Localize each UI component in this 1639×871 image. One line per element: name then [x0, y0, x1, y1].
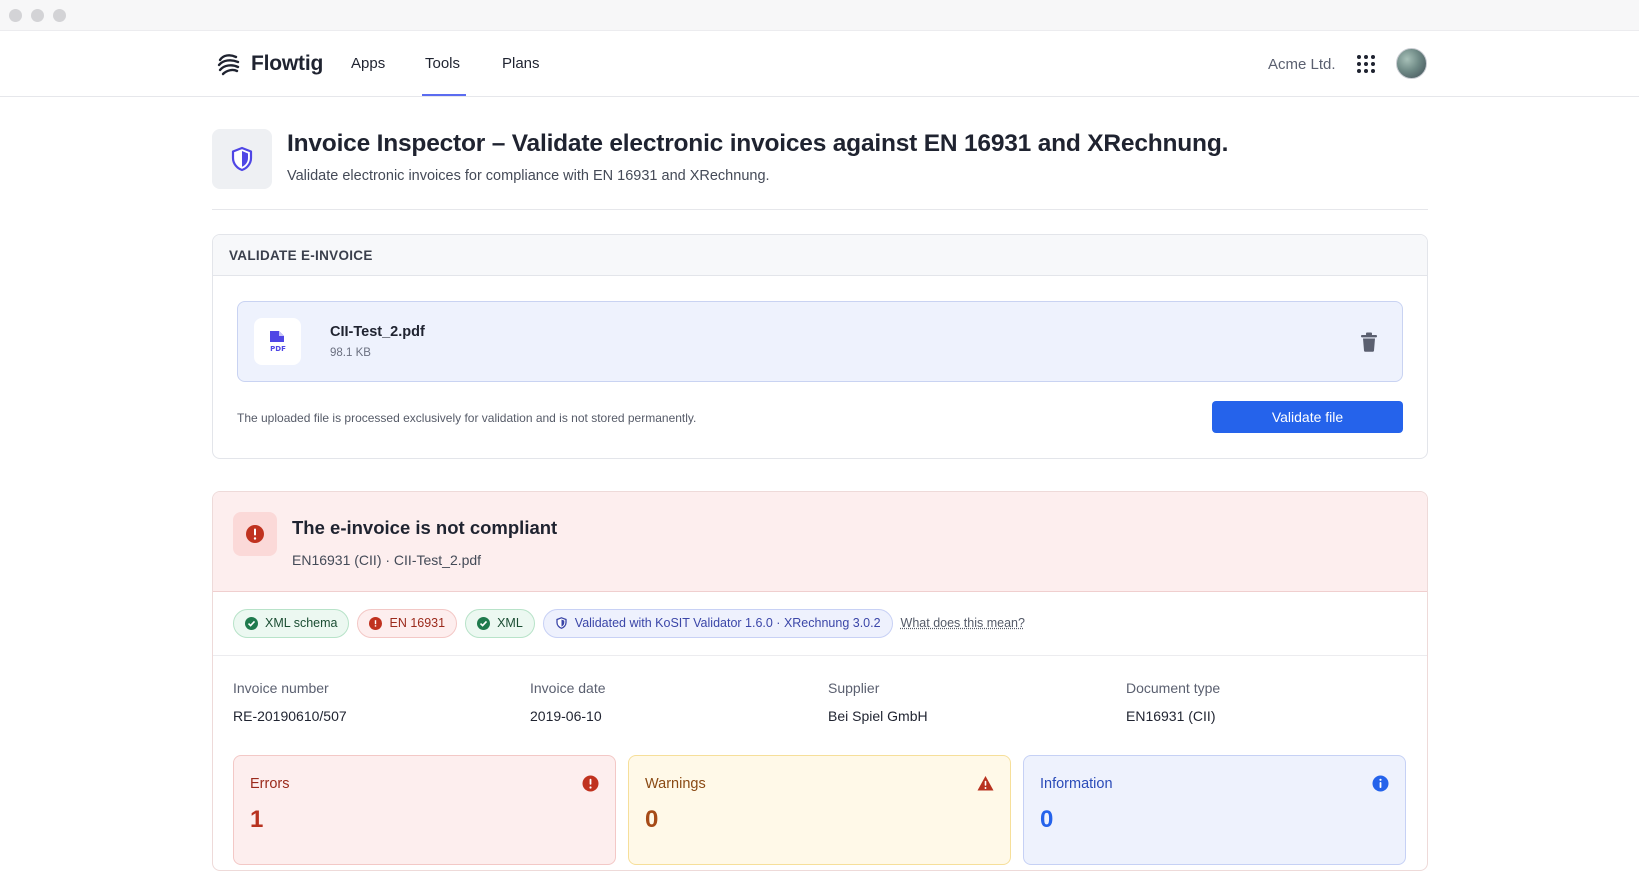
privacy-note: The uploaded file is processed exclusive… — [237, 411, 697, 425]
page-subtitle: Validate electronic invoices for complia… — [287, 168, 770, 184]
divider — [212, 209, 1428, 210]
chip-xml: XML — [465, 608, 535, 638]
top-navigation: Flowtig Apps Tools Plans Acme Ltd. — [0, 31, 1639, 97]
information-label: Information — [1040, 776, 1113, 792]
alert-circle-icon — [246, 525, 264, 543]
page-title: Invoice Inspector – Validate electronic … — [287, 130, 1229, 157]
warnings-label: Warnings — [645, 776, 706, 792]
error-status-icon-tile — [233, 512, 277, 556]
result-header: The e-invoice is not compliant EN16931 (… — [213, 492, 1427, 592]
warnings-count: 0 — [645, 806, 659, 833]
info-circle-icon — [1372, 775, 1389, 792]
validate-card: VALIDATE E-INVOICE PDF CII-Test_2.pdf 98… — [212, 234, 1428, 459]
information-stat-card[interactable]: Information 0 — [1023, 755, 1406, 865]
window-minimize-button[interactable] — [31, 9, 44, 22]
alert-circle-icon — [369, 616, 383, 630]
file-name: CII-Test_2.pdf — [330, 324, 425, 340]
shield-icon — [555, 617, 568, 630]
organization-name[interactable]: Acme Ltd. — [1268, 56, 1336, 73]
chip-en-16931: EN 16931 — [357, 608, 458, 638]
window-close-button[interactable] — [9, 9, 22, 22]
information-count: 0 — [1040, 806, 1054, 833]
meta-supplier: Supplier Bei Spiel GmbH — [828, 680, 928, 724]
app-launcher-icon[interactable] — [1357, 55, 1375, 73]
alert-circle-icon — [582, 775, 599, 792]
validate-file-button[interactable]: Validate file — [1212, 401, 1403, 433]
nav-item-tools[interactable]: Tools — [425, 55, 460, 72]
divider — [213, 655, 1427, 656]
uploaded-file-row: PDF CII-Test_2.pdf 98.1 KB — [237, 301, 1403, 382]
meta-document-type: Document type EN16931 (CII) — [1126, 680, 1221, 724]
errors-label: Errors — [250, 776, 290, 792]
chip-xml-schema: XML schema — [233, 608, 350, 638]
file-size: 98.1 KB — [330, 347, 371, 359]
validation-result-card: The e-invoice is not compliant EN16931 (… — [212, 491, 1428, 871]
flowtig-logo-icon — [217, 54, 240, 76]
shield-icon — [231, 146, 253, 172]
tool-icon-tile — [212, 129, 272, 189]
what-does-this-mean-link[interactable]: What does this mean? — [901, 616, 1025, 630]
check-chips: XML schema EN 16931 XML Validated with K… — [233, 608, 1025, 638]
check-circle-icon — [477, 616, 491, 630]
warning-triangle-icon — [977, 776, 994, 791]
nav-item-apps[interactable]: Apps — [351, 55, 385, 72]
window-title-bar — [0, 0, 1639, 31]
warnings-stat-card[interactable]: Warnings 0 — [628, 755, 1011, 865]
validate-card-title: VALIDATE E-INVOICE — [213, 235, 1427, 276]
pdf-file-icon: PDF — [254, 318, 301, 365]
chip-validator-version: Validated with KoSIT Validator 1.6.0 · X… — [542, 608, 893, 638]
brand-logo[interactable]: Flowtig — [216, 51, 323, 77]
errors-stat-card[interactable]: Errors 1 — [233, 755, 616, 865]
meta-invoice-date: Invoice date 2019-06-10 — [530, 680, 606, 724]
meta-invoice-number: Invoice number RE-20190610/507 — [233, 680, 347, 724]
check-circle-icon — [245, 616, 258, 630]
errors-count: 1 — [250, 806, 264, 833]
trash-icon[interactable] — [1360, 332, 1378, 352]
brand-name: Flowtig — [251, 52, 324, 75]
result-subtitle: EN16931 (CII) · CII-Test_2.pdf — [292, 552, 482, 568]
user-avatar[interactable] — [1396, 48, 1427, 79]
result-title: The e-invoice is not compliant — [292, 517, 558, 538]
nav-active-indicator — [422, 94, 466, 96]
window-maximize-button[interactable] — [53, 9, 66, 22]
nav-item-plans[interactable]: Plans — [502, 55, 540, 72]
svg-text:PDF: PDF — [270, 345, 286, 353]
